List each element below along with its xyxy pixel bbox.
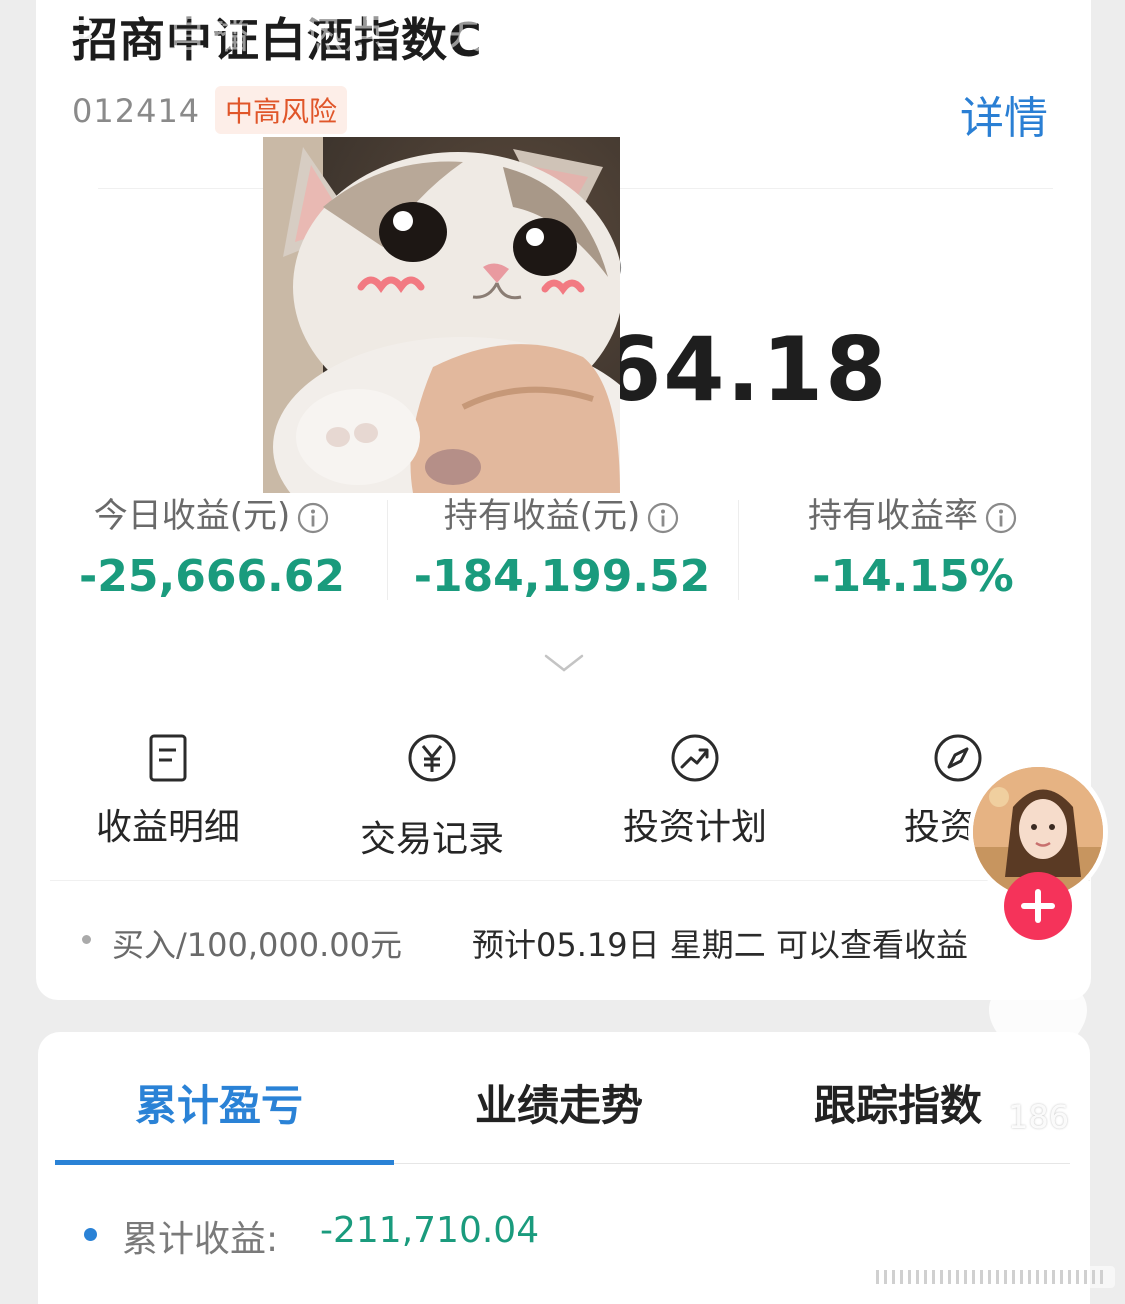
stat-label: 今日收益(元) [37,488,387,537]
info-icon[interactable] [646,501,680,535]
details-link[interactable]: 详情 [960,82,1048,146]
stat-value: -25,666.62 [79,551,345,602]
tab-performance-trend[interactable]: 业绩走势 [475,1072,643,1133]
nav-tab-hot[interactable]: 热点 [302,0,386,61]
nav-tab-mall[interactable]: 商城 [715,0,799,61]
stat-label-text: 持有收益率 [808,496,978,536]
info-icon[interactable] [984,501,1018,535]
yen-circle-icon [408,734,456,782]
total-asset-value: 64.18 [600,318,889,421]
nav-tab-live[interactable]: 直播 [166,0,250,61]
chevron-down-icon[interactable] [544,652,584,676]
menu-icon[interactable] [52,6,92,46]
stat-label-text: 持有收益(元) [443,496,641,536]
stat-holding-profit: 持有收益(元) -184,199.52 [387,488,737,602]
heart-icon[interactable] [985,982,1091,1078]
stat-holding-rate: 持有收益率 -14.15% [738,488,1088,602]
info-icon[interactable] [296,501,330,535]
nav-tab-group-buy[interactable]: 团购 [578,0,662,61]
nav-tab-following[interactable]: 关注 [440,0,524,61]
active-tab-indicator [55,1160,394,1165]
follow-button[interactable] [1004,872,1072,940]
quick-action-label: 收益明细 [95,807,240,848]
plus-icon [1021,889,1055,923]
app-screen: 招商中证白酒指数C 012414 中高风险 详情 ) 64.18 [0,0,1125,1304]
cat-sticker-image [263,137,620,493]
like-count: 186 [1008,1098,1070,1136]
tab-cumulative-pnl[interactable]: 累计盈亏 [135,1072,303,1133]
cumulative-profit-label: 累计收益: [122,1219,279,1260]
active-tab-indicator [864,74,936,79]
expected-profit-date: 预计05.19日 星期二 可以查看收益 [472,926,968,964]
cumulative-profit-value: -211,710.04 [320,1210,540,1251]
series-dot [84,1228,97,1241]
search-icon[interactable] [1010,0,1076,56]
stat-value: -14.15% [812,551,1014,602]
fund-code: 012414 [72,92,201,130]
stat-label: 持有收益率 [738,488,1088,537]
cat-illustration [263,137,620,493]
tab-tracking-index[interactable]: 跟踪指数 [814,1072,982,1133]
stat-value: -184,199.52 [413,551,711,602]
divider [50,880,1090,881]
buy-amount: 买入/100,000.00元 [112,926,403,964]
more-options-button[interactable] [990,1194,1086,1276]
video-top-nav: 直播 热点 关注 团购 商城 推荐 [0,0,1125,90]
stat-today-profit: 今日收益(元) -25,666.62 [37,488,387,602]
ellipsis-icon [1009,1229,1067,1243]
nav-tab-recommend[interactable]: 推荐 [853,0,937,61]
compass-icon [934,734,982,782]
stat-label: 持有收益(元) [387,488,737,537]
video-progress-segments [870,1266,1115,1288]
quick-action-profit-details[interactable]: 收益明细 [58,732,278,850]
quick-action-transactions[interactable]: 交易记录 [322,732,542,862]
quick-action-label: 交易记录 [359,819,504,860]
stat-label-text: 今日收益(元) [93,496,291,536]
document-icon [149,734,187,782]
quick-action-investment-plan[interactable]: 投资计划 [585,732,805,850]
quick-action-label: 投资计划 [622,807,767,848]
bullet-dot [82,935,91,944]
risk-badge: 中高风险 [215,86,348,134]
trend-up-icon [671,734,719,782]
